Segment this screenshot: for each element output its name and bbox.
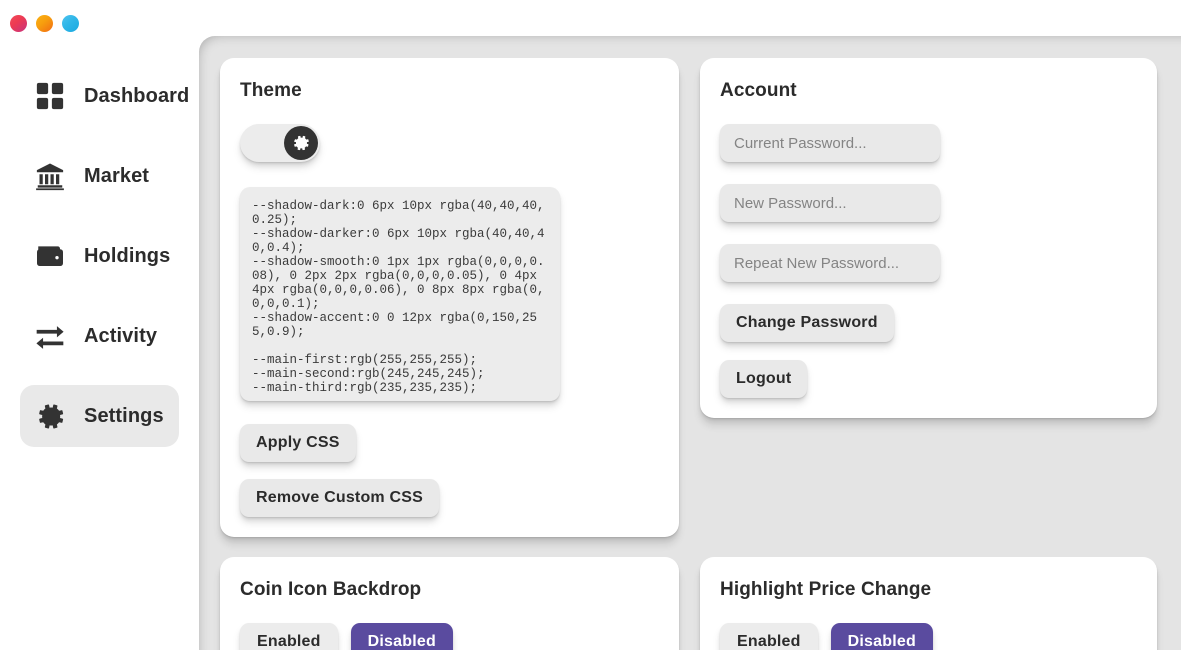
exchange-arrows-icon xyxy=(34,320,66,352)
app-window: Dashboard Market Holdings Activity Setti… xyxy=(0,0,1181,650)
sidebar-item-label: Dashboard xyxy=(84,84,190,107)
coin-backdrop-enabled-button[interactable]: Enabled xyxy=(240,623,338,650)
account-card: Account Change Password Logout xyxy=(700,58,1157,418)
sidebar-item-activity[interactable]: Activity xyxy=(20,305,179,367)
maximize-window-button[interactable] xyxy=(62,15,79,32)
sidebar-item-market[interactable]: Market xyxy=(20,145,179,207)
settings-grid: Theme --shadow-dark:0 6px 10px rgba(40,4… xyxy=(199,36,1181,650)
repeat-password-input[interactable] xyxy=(720,244,940,282)
coin-icon-backdrop-card: Coin Icon Backdrop Enabled Disabled xyxy=(220,557,679,650)
gear-icon xyxy=(34,400,66,432)
theme-toggle[interactable] xyxy=(240,124,320,162)
close-window-button[interactable] xyxy=(10,15,27,32)
highlight-disabled-button[interactable]: Disabled xyxy=(830,623,933,650)
sidebar: Dashboard Market Holdings Activity Setti… xyxy=(0,0,199,650)
highlight-enabled-button[interactable]: Enabled xyxy=(720,623,818,650)
new-password-input[interactable] xyxy=(720,184,940,222)
coin-backdrop-disabled-button[interactable]: Disabled xyxy=(350,623,453,650)
sidebar-nav: Dashboard Market Holdings Activity Setti… xyxy=(0,36,199,447)
window-traffic-lights xyxy=(0,0,199,36)
card-title: Theme xyxy=(240,80,302,101)
sidebar-item-holdings[interactable]: Holdings xyxy=(20,225,179,287)
apply-css-button[interactable]: Apply CSS xyxy=(240,424,356,462)
sidebar-item-dashboard[interactable]: Dashboard xyxy=(20,65,189,127)
logout-button[interactable]: Logout xyxy=(720,360,808,398)
wallet-icon xyxy=(34,240,66,272)
card-title: Coin Icon Backdrop xyxy=(240,579,422,600)
custom-css-editor[interactable]: --shadow-dark:0 6px 10px rgba(40,40,40,0… xyxy=(240,187,560,401)
custom-css-text: --shadow-dark:0 6px 10px rgba(40,40,40,0… xyxy=(252,199,545,395)
change-password-button[interactable]: Change Password xyxy=(720,304,894,342)
coin-icon-backdrop-options: Enabled Disabled xyxy=(240,623,659,650)
theme-card: Theme --shadow-dark:0 6px 10px rgba(40,4… xyxy=(220,58,679,537)
sidebar-item-label: Settings xyxy=(84,404,164,427)
card-title: Highlight Price Change xyxy=(720,579,932,600)
sidebar-item-settings[interactable]: Settings xyxy=(20,385,179,447)
main-content: Theme --shadow-dark:0 6px 10px rgba(40,4… xyxy=(199,36,1181,650)
current-password-input[interactable] xyxy=(720,124,940,162)
sidebar-item-label: Activity xyxy=(84,324,158,347)
highlight-price-change-card: Highlight Price Change Enabled Disabled xyxy=(700,557,1157,650)
theme-toggle-knob xyxy=(284,126,318,160)
sidebar-item-label: Holdings xyxy=(84,244,171,267)
remove-custom-css-button[interactable]: Remove Custom CSS xyxy=(240,479,439,517)
minimize-window-button[interactable] xyxy=(36,15,53,32)
card-title: Account xyxy=(720,80,797,101)
grid-icon xyxy=(34,80,66,112)
bank-icon xyxy=(34,160,66,192)
sidebar-item-label: Market xyxy=(84,164,150,187)
highlight-price-change-options: Enabled Disabled xyxy=(720,623,1137,650)
theme-card-actions: Apply CSS Remove Custom CSS xyxy=(240,424,659,517)
account-card-actions: Change Password Logout xyxy=(720,304,1137,398)
gear-icon xyxy=(291,133,311,153)
